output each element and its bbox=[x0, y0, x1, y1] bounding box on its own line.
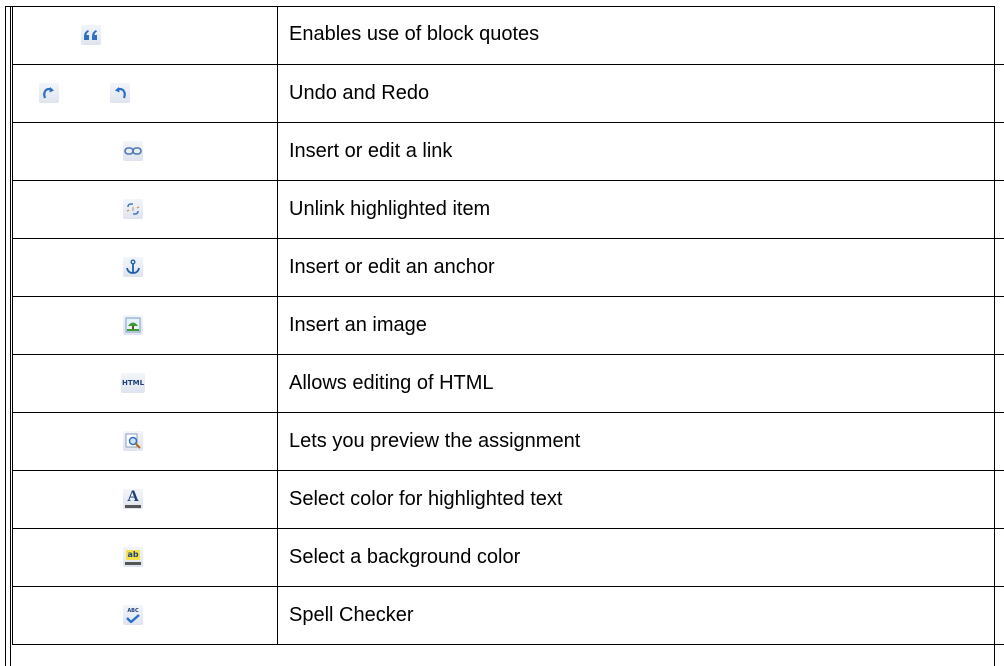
icon-cell bbox=[13, 180, 278, 238]
background-color-text: ab bbox=[126, 550, 139, 560]
preview-icon bbox=[123, 431, 143, 451]
table-row: Insert or edit a link bbox=[13, 122, 1004, 180]
checkmark-icon bbox=[125, 614, 141, 623]
undo-icon bbox=[110, 83, 130, 103]
icon-cell bbox=[13, 122, 278, 180]
icon-cell bbox=[13, 412, 278, 470]
unlink-icon bbox=[123, 199, 143, 219]
background-color-swatch bbox=[125, 562, 141, 565]
html-icon: HTML bbox=[121, 373, 145, 393]
description-text: Insert an image bbox=[278, 296, 1004, 354]
description-text: Select color for highlighted text bbox=[278, 470, 1004, 528]
icon-cell: A bbox=[13, 470, 278, 528]
description-text: Insert or edit a link bbox=[278, 122, 1004, 180]
description-text: Select a background color bbox=[278, 528, 1004, 586]
table-row: ABC Spell Checker bbox=[13, 586, 1004, 644]
link-icon bbox=[123, 141, 143, 161]
icon-cell: ABC bbox=[13, 586, 278, 644]
icon-cell bbox=[13, 6, 278, 64]
spellcheck-icon: ABC bbox=[123, 605, 143, 625]
anchor-icon bbox=[123, 257, 143, 277]
description-text: Lets you preview the assignment bbox=[278, 412, 1004, 470]
toolbar-reference-table: Enables use of block quotes bbox=[12, 6, 1004, 645]
description-text: Spell Checker bbox=[278, 586, 1004, 644]
background-color-icon: ab bbox=[123, 547, 143, 567]
icon-cell bbox=[13, 296, 278, 354]
html-icon-text: HTML bbox=[122, 379, 144, 387]
table-row: Unlink highlighted item bbox=[13, 180, 1004, 238]
table-row: Insert or edit an anchor bbox=[13, 238, 1004, 296]
table-row: Insert an image bbox=[13, 296, 1004, 354]
description-text: Insert or edit an anchor bbox=[278, 238, 1004, 296]
text-color-letter: A bbox=[127, 490, 139, 504]
text-color-icon: A bbox=[123, 489, 143, 509]
table-row: ab Select a background color bbox=[13, 528, 1004, 586]
image-icon bbox=[123, 315, 143, 335]
table-row: Lets you preview the assignment bbox=[13, 412, 1004, 470]
table-row: Enables use of block quotes bbox=[13, 6, 1004, 64]
description-text: Undo and Redo bbox=[278, 64, 1004, 122]
description-text: Unlink highlighted item bbox=[278, 180, 1004, 238]
icon-cell: HTML bbox=[13, 354, 278, 412]
table-row: Undo and Redo bbox=[13, 64, 1004, 122]
text-color-swatch bbox=[125, 505, 141, 508]
table-row: HTML Allows editing of HTML bbox=[13, 354, 1004, 412]
description-text: Allows editing of HTML bbox=[278, 354, 1004, 412]
icon-cell: ab bbox=[13, 528, 278, 586]
icon-cell bbox=[13, 238, 278, 296]
description-text: Enables use of block quotes bbox=[278, 6, 1004, 64]
blockquote-icon bbox=[81, 25, 101, 45]
icon-cell bbox=[13, 64, 278, 122]
redo-icon bbox=[39, 83, 59, 103]
table-row: A Select color for highlighted text bbox=[13, 470, 1004, 528]
